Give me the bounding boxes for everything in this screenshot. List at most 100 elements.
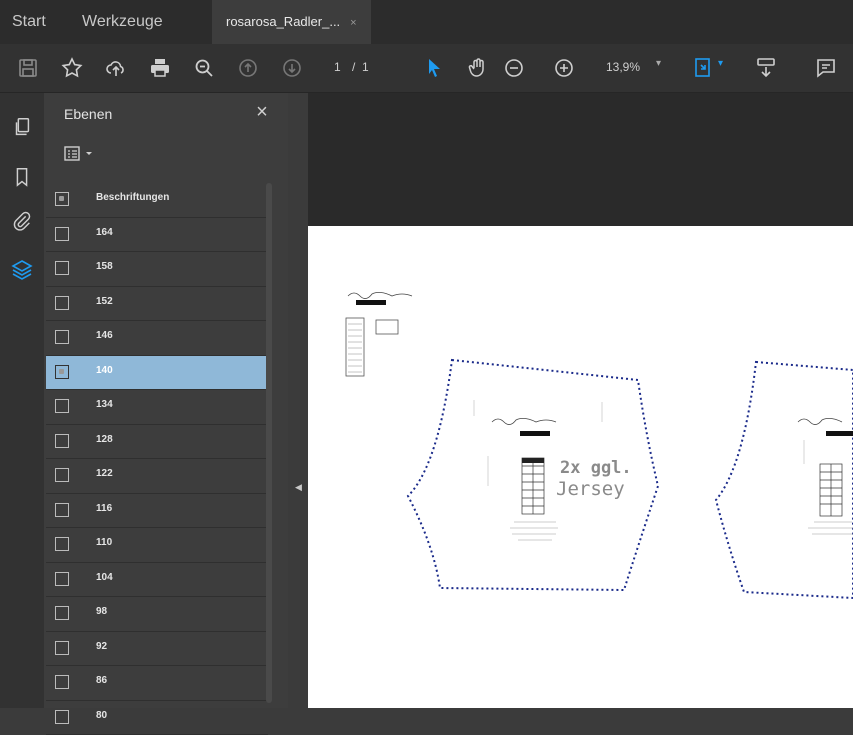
layer-label: 146 xyxy=(96,330,113,341)
layer-row[interactable]: 92 xyxy=(46,632,268,667)
layer-visibility-checkbox[interactable] xyxy=(55,192,69,206)
layer-visibility-checkbox[interactable] xyxy=(55,365,69,379)
layer-visibility-checkbox[interactable] xyxy=(55,641,69,655)
layer-label: 152 xyxy=(96,296,113,307)
page-down-icon[interactable] xyxy=(278,54,306,82)
page-total: 1 xyxy=(362,60,369,74)
layer-options-button[interactable] xyxy=(64,143,100,165)
piece-logo-bar xyxy=(520,431,550,436)
comment-icon[interactable] xyxy=(812,54,840,82)
page-separator: / xyxy=(352,60,355,74)
layer-label: 110 xyxy=(96,537,112,548)
layer-label: 158 xyxy=(96,261,113,272)
layer-label: 98 xyxy=(96,606,107,617)
piece-text-quantity: 2x ggl. xyxy=(560,458,632,478)
layer-visibility-checkbox[interactable] xyxy=(55,399,69,413)
layer-row[interactable]: 152 xyxy=(46,287,268,322)
layer-row[interactable]: Beschriftungen xyxy=(46,183,268,218)
piece-logo-scribble xyxy=(492,418,556,424)
hand-tool-icon[interactable] xyxy=(464,54,492,82)
layer-visibility-checkbox[interactable] xyxy=(55,675,69,689)
tab-bar: Start Werkzeuge rosarosa_Radler_... × xyxy=(0,0,853,44)
layer-label: Beschriftungen xyxy=(96,192,169,203)
tab-close-icon[interactable]: × xyxy=(350,17,356,29)
layer-row[interactable]: 86 xyxy=(46,666,268,701)
tab-document[interactable]: rosarosa_Radler_... × xyxy=(212,0,371,44)
layer-row[interactable]: 158 xyxy=(46,252,268,287)
zoom-out-icon[interactable] xyxy=(500,54,528,82)
page-fit-icon[interactable] xyxy=(690,54,718,82)
layer-visibility-checkbox[interactable] xyxy=(55,710,69,724)
layer-visibility-checkbox[interactable] xyxy=(55,261,69,275)
layer-label: 92 xyxy=(96,641,107,652)
layer-visibility-checkbox[interactable] xyxy=(55,330,69,344)
layer-row[interactable]: 80 xyxy=(46,701,268,735)
layer-row[interactable]: 164 xyxy=(46,218,268,253)
layer-row[interactable]: 116 xyxy=(46,494,268,529)
attachment-icon[interactable] xyxy=(8,207,36,235)
layer-row[interactable]: 110 xyxy=(46,528,268,563)
layers-icon[interactable] xyxy=(8,255,36,283)
layer-visibility-checkbox[interactable] xyxy=(55,572,69,586)
piece-text-fabric: Jersey xyxy=(556,478,625,500)
layer-row[interactable]: 104 xyxy=(46,563,268,598)
collapse-panel-icon[interactable]: ◀ xyxy=(295,482,302,493)
piece2-size-table xyxy=(820,464,842,516)
layer-label: 104 xyxy=(96,572,113,583)
piece-size-table xyxy=(522,458,544,514)
piece2-logo-scribble xyxy=(798,418,842,424)
layer-visibility-checkbox[interactable] xyxy=(55,296,69,310)
page-up-icon[interactable] xyxy=(234,54,262,82)
layer-row[interactable]: 146 xyxy=(46,321,268,356)
layer-label: 134 xyxy=(96,399,113,410)
layer-row[interactable]: 134 xyxy=(46,390,268,425)
tab-document-label: rosarosa_Radler_... xyxy=(226,14,340,29)
layer-label: 116 xyxy=(96,503,112,514)
layer-visibility-checkbox[interactable] xyxy=(55,434,69,448)
bookmark-icon[interactable] xyxy=(8,163,36,191)
layer-label: 164 xyxy=(96,227,113,238)
upload-cloud-icon[interactable] xyxy=(102,54,130,82)
left-rail xyxy=(0,93,44,708)
zoom-level[interactable]: 13,9% xyxy=(606,60,640,74)
layer-label: 122 xyxy=(96,468,113,479)
size-table xyxy=(346,318,364,376)
layer-row[interactable]: 98 xyxy=(46,597,268,632)
layers-panel-title: Ebenen xyxy=(64,106,112,122)
zoom-in-icon[interactable] xyxy=(550,54,578,82)
save-icon[interactable] xyxy=(14,54,42,82)
logo-scribble xyxy=(348,292,412,298)
zoom-dropdown-icon[interactable]: ▾ xyxy=(656,58,661,69)
layer-visibility-checkbox[interactable] xyxy=(55,468,69,482)
size-table-lines xyxy=(348,324,362,372)
panel-scrollbar[interactable] xyxy=(266,183,272,703)
layer-visibility-checkbox[interactable] xyxy=(55,537,69,551)
close-icon[interactable]: × xyxy=(250,101,274,124)
layer-visibility-checkbox[interactable] xyxy=(55,606,69,620)
layers-panel: Ebenen × Beschriftungen 164 158 152 146 … xyxy=(44,93,288,708)
document-page[interactable]: 2x ggl. Jersey xyxy=(308,226,853,708)
layer-list: Beschriftungen 164 158 152 146 140 134 1… xyxy=(46,183,268,735)
logo-label-bar xyxy=(356,300,386,305)
zoom-search-icon[interactable] xyxy=(190,54,218,82)
layer-label: 86 xyxy=(96,675,107,686)
select-cursor-icon[interactable] xyxy=(420,54,448,82)
panel-divider[interactable] xyxy=(288,93,308,708)
layer-label: 140 xyxy=(96,365,113,376)
pages-icon[interactable] xyxy=(8,113,36,141)
layer-row[interactable]: 128 xyxy=(46,425,268,460)
toolbar: 1 / 1 13,9% ▾ ▾ xyxy=(0,44,853,93)
layer-visibility-checkbox[interactable] xyxy=(55,503,69,517)
page-fit-dropdown-icon[interactable]: ▾ xyxy=(718,58,723,69)
tab-tools[interactable]: Werkzeuge xyxy=(82,0,163,44)
layer-visibility-checkbox[interactable] xyxy=(55,227,69,241)
layer-row-selected[interactable]: 140 xyxy=(46,356,268,391)
piece2-logo-bar xyxy=(826,431,853,436)
print-icon[interactable] xyxy=(146,54,174,82)
layer-row[interactable]: 122 xyxy=(46,459,268,494)
piece-small-text xyxy=(510,522,558,540)
page-current[interactable]: 1 xyxy=(334,60,341,74)
scroll-mode-icon[interactable] xyxy=(752,54,780,82)
star-icon[interactable] xyxy=(58,54,86,82)
tab-start[interactable]: Start xyxy=(12,0,46,44)
